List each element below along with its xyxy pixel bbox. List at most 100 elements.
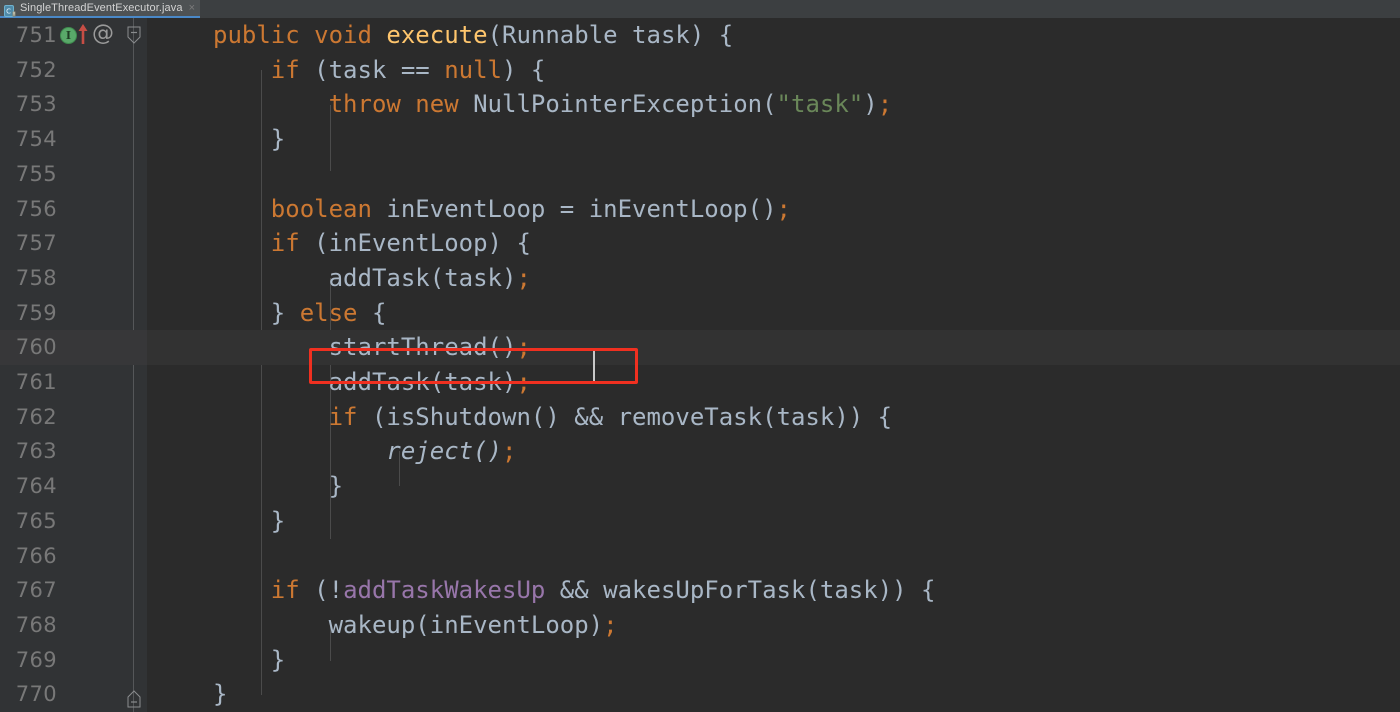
code-line-text[interactable]: addTask(task); xyxy=(329,261,531,296)
line-number: 770 xyxy=(15,682,57,707)
line-number: 768 xyxy=(15,612,57,637)
code-line-text[interactable]: } xyxy=(271,122,285,157)
code-line-row[interactable]: 754} xyxy=(0,122,1400,157)
code-token: addTaskWakesUp xyxy=(343,576,546,605)
code-token: public xyxy=(213,21,300,49)
code-line-row[interactable]: 762 if (isShutdown() && removeTask(task))… xyxy=(0,400,1400,435)
code-token: if xyxy=(270,55,300,84)
code-token: && wakesUpForTask(task)) { xyxy=(545,576,936,605)
override-method-icon[interactable]: @ xyxy=(92,23,114,45)
code-token: } xyxy=(270,298,300,327)
code-token: { xyxy=(357,298,387,327)
line-number: 764 xyxy=(15,474,57,499)
code-line-row[interactable]: 761 addTask(task); xyxy=(0,365,1400,400)
code-line-row[interactable]: 763 reject(); xyxy=(0,434,1400,469)
code-token: (! xyxy=(299,576,344,605)
line-number: 760 xyxy=(15,335,57,360)
code-token: (inEventLoop) { xyxy=(299,229,531,258)
code-token: throw xyxy=(328,90,401,119)
code-line-text[interactable]: } xyxy=(271,504,285,539)
code-line-text[interactable]: if (task == null) { xyxy=(271,53,546,88)
line-number: 751 xyxy=(15,23,57,47)
code-token: reject() xyxy=(386,437,502,466)
code-line-text[interactable]: if (!addTaskWakesUp && wakesUpForTask(ta… xyxy=(271,573,936,608)
code-line-row[interactable]: 765} xyxy=(0,504,1400,539)
code-line-row[interactable]: 768 wakeup(inEventLoop); xyxy=(0,608,1400,643)
code-token: startThread() xyxy=(328,333,517,362)
code-line-text[interactable]: if (isShutdown() && removeTask(task)) { xyxy=(329,400,893,435)
code-line-row[interactable]: 756 boolean inEventLoop = inEventLoop(); xyxy=(0,192,1400,227)
code-lines-container: 751 public void execute(Runnable task) {7… xyxy=(0,18,1400,712)
code-line-text[interactable]: public void execute(Runnable task) { xyxy=(213,18,733,53)
code-token: ; xyxy=(877,90,893,119)
code-token: } xyxy=(270,506,286,535)
fold-region-end-icon[interactable] xyxy=(127,690,141,708)
line-number: 759 xyxy=(15,300,57,325)
code-line-row[interactable]: 766 xyxy=(0,539,1400,574)
code-token: else xyxy=(299,298,358,327)
code-line-text[interactable]: } else { xyxy=(271,296,387,331)
close-icon[interactable]: × xyxy=(187,2,195,14)
code-line-text[interactable]: } xyxy=(213,677,227,712)
code-token: inEventLoop = inEventLoop() xyxy=(371,194,777,223)
code-token: ) xyxy=(863,90,878,119)
code-token: } xyxy=(213,680,228,709)
code-token: wakeup(inEventLoop) xyxy=(328,610,604,639)
code-line-text[interactable]: reject(); xyxy=(386,434,516,469)
code-line-text[interactable]: } xyxy=(329,469,343,504)
code-line-row[interactable]: 752 if (task == null) { xyxy=(0,53,1400,88)
code-token: ; xyxy=(603,610,618,639)
code-token: (isShutdown() && removeTask(task)) { xyxy=(357,402,893,431)
code-token: null xyxy=(444,55,502,84)
line-number: 762 xyxy=(15,404,57,429)
editor-tab-active[interactable]: C SingleThreadEventExecutor.java × xyxy=(0,0,201,18)
code-token: if xyxy=(270,229,300,258)
line-number: 757 xyxy=(15,231,57,256)
editor-tab-bar: C SingleThreadEventExecutor.java × xyxy=(0,0,1400,18)
code-line-row[interactable]: 770} xyxy=(0,677,1400,712)
line-number: 754 xyxy=(15,127,57,152)
code-line-text[interactable]: wakeup(inEventLoop); xyxy=(329,608,618,643)
code-line-row[interactable]: 753 throw new NullPointerException("task"… xyxy=(0,87,1400,122)
code-token: addTask(task) xyxy=(328,368,517,396)
ide-editor-window: C SingleThreadEventExecutor.java × 751 pu… xyxy=(0,0,1400,712)
code-token: NullPointerException( xyxy=(458,90,777,119)
code-line-row[interactable]: 755 xyxy=(0,157,1400,192)
java-class-icon: C xyxy=(4,2,16,17)
line-number: 763 xyxy=(15,439,57,464)
red-up-arrow-icon[interactable] xyxy=(76,23,90,45)
text-cursor xyxy=(593,351,595,381)
line-number: 753 xyxy=(15,92,57,117)
line-number: 761 xyxy=(15,370,57,394)
code-line-row[interactable]: 764} xyxy=(0,469,1400,504)
line-number: 767 xyxy=(15,578,57,603)
code-line-row[interactable]: 759} else { xyxy=(0,296,1400,331)
code-line-row[interactable]: 767 if (!addTaskWakesUp && wakesUpForTask… xyxy=(0,573,1400,608)
code-line-row[interactable]: 758 addTask(task); xyxy=(0,261,1400,296)
line-number: 769 xyxy=(15,647,57,672)
code-line-row[interactable]: 751 public void execute(Runnable task) { xyxy=(0,18,1400,53)
line-number: 765 xyxy=(15,508,57,533)
code-line-text[interactable]: } xyxy=(271,643,285,678)
inspection-info-icon[interactable]: I xyxy=(60,27,77,44)
code-line-text[interactable]: addTask(task); xyxy=(329,365,531,400)
code-editor-area[interactable]: 751 public void execute(Runnable task) {7… xyxy=(0,18,1400,712)
code-line-row[interactable]: 769} xyxy=(0,643,1400,678)
code-line-text[interactable]: if (inEventLoop) { xyxy=(271,226,531,261)
line-number: 756 xyxy=(15,196,57,221)
editor-tab-label: SingleThreadEventExecutor.java xyxy=(20,2,183,14)
code-line-row[interactable]: 760 startThread(); xyxy=(0,330,1400,365)
code-token: addTask(task) xyxy=(328,263,517,292)
code-token: } xyxy=(328,472,344,501)
fold-region-start-icon[interactable] xyxy=(127,26,141,44)
code-line-text[interactable]: startThread(); xyxy=(329,330,531,365)
code-token: } xyxy=(270,125,286,154)
code-line-text[interactable]: throw new NullPointerException("task"); xyxy=(329,87,893,122)
line-number: 755 xyxy=(15,161,57,186)
code-token: ; xyxy=(516,263,531,292)
code-line-text[interactable]: boolean inEventLoop = inEventLoop(); xyxy=(271,192,791,227)
code-line-row[interactable]: 757 if (inEventLoop) { xyxy=(0,226,1400,261)
